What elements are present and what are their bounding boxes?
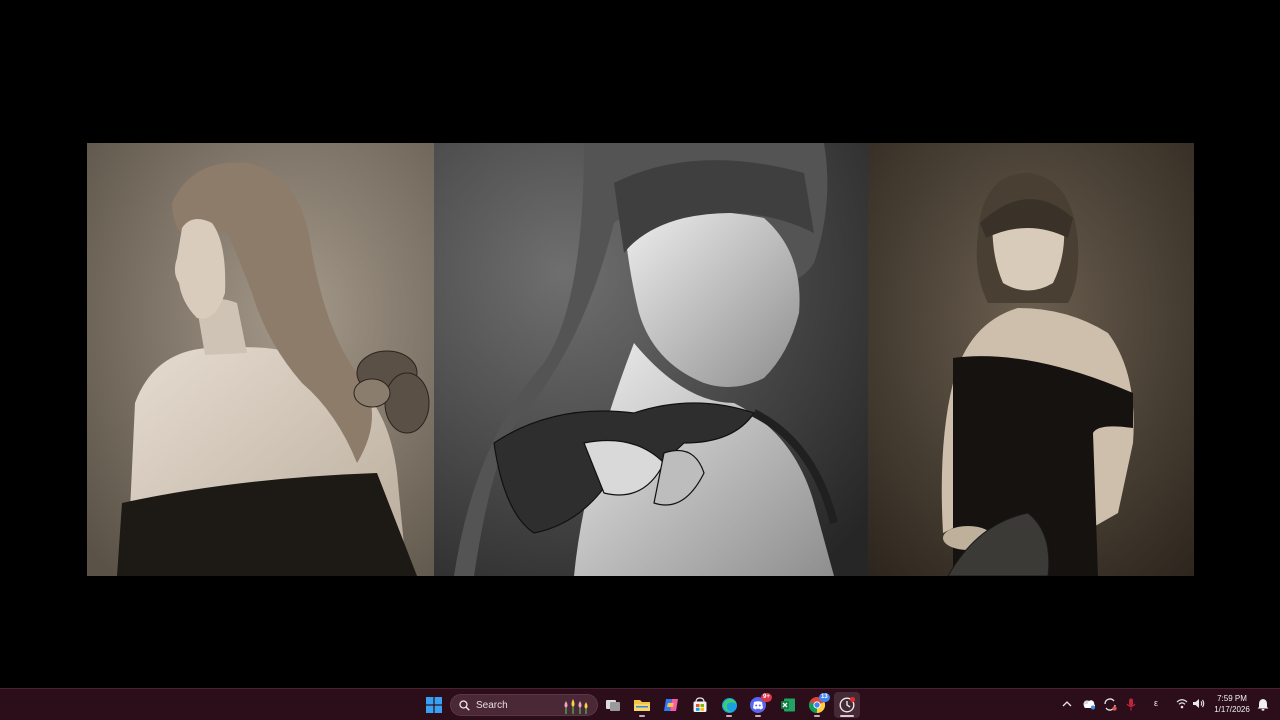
microphone-icon[interactable]	[1126, 698, 1136, 711]
chrome-button[interactable]: 13	[804, 692, 830, 718]
wallpaper-photo-left	[87, 143, 434, 576]
copilot-button[interactable]	[658, 692, 684, 718]
excel-icon	[781, 698, 795, 712]
ime-indicator[interactable]: ε	[1154, 698, 1158, 708]
task-view-button[interactable]	[600, 692, 626, 718]
running-indicator	[814, 715, 820, 717]
search-icon	[459, 699, 470, 711]
edge-button[interactable]	[716, 692, 742, 718]
store-icon	[693, 697, 707, 712]
folder-icon	[634, 700, 650, 711]
sync-icon[interactable]	[1103, 698, 1117, 711]
running-indicator	[639, 715, 645, 717]
edge-icon	[721, 697, 737, 713]
taskbar-clock[interactable]: 7:59 PM 1/17/2026	[1208, 693, 1256, 715]
microsoft-store-button[interactable]	[687, 692, 713, 718]
notification-bell-icon[interactable]	[1257, 698, 1269, 711]
tulips-highlight-icon	[564, 699, 588, 714]
taskbar: Search 9+ 13 ε 7:59 PM 1/17/2026	[0, 688, 1280, 720]
excel-button[interactable]	[775, 692, 801, 718]
chrome-badge: 13	[819, 693, 830, 702]
taskbar-search-box[interactable]: Search	[450, 694, 598, 716]
speaker-icon[interactable]	[1192, 698, 1205, 709]
search-placeholder: Search	[476, 699, 508, 711]
start-button[interactable]	[421, 692, 447, 718]
copilot-icon	[664, 699, 678, 711]
clock-app-icon	[839, 696, 856, 713]
wallpaper-photo-right	[868, 143, 1194, 576]
file-explorer-button[interactable]	[629, 692, 655, 718]
clock-date: 1/17/2026	[1214, 705, 1250, 714]
windows-start-icon	[426, 697, 442, 713]
chevron-up-icon[interactable]	[1062, 700, 1072, 707]
discord-button[interactable]: 9+	[745, 692, 772, 718]
onedrive-icon[interactable]	[1082, 698, 1096, 710]
active-indicator	[840, 715, 854, 717]
clock-time: 7:59 PM	[1217, 694, 1247, 703]
desktop-wallpaper	[0, 0, 1280, 688]
wallpaper-photo-center	[434, 143, 868, 576]
active-app-button[interactable]	[834, 692, 860, 718]
running-indicator	[726, 715, 732, 717]
discord-badge: 9+	[761, 693, 772, 702]
running-indicator	[755, 715, 761, 717]
wifi-icon[interactable]	[1176, 698, 1188, 709]
task-view-icon	[606, 700, 620, 711]
